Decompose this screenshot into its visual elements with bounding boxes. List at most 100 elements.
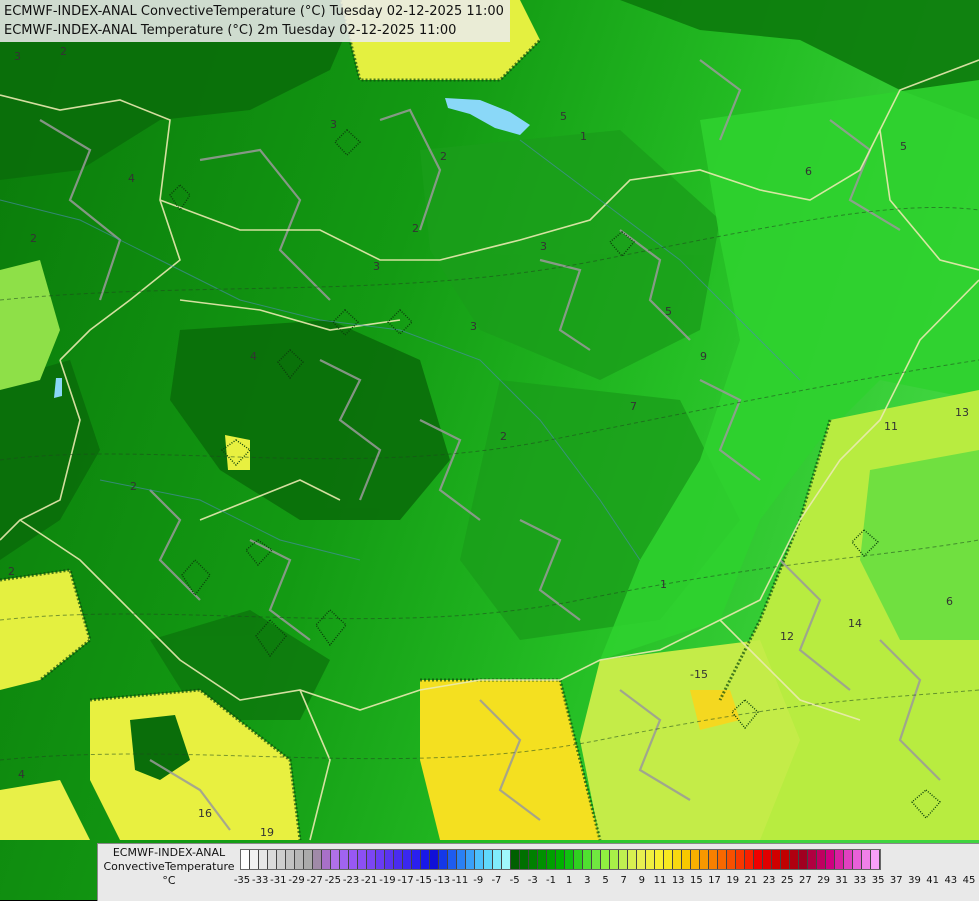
contour-value-label: 2	[8, 565, 15, 578]
legend-swatch	[259, 850, 268, 869]
legend-tick: -19	[379, 875, 396, 886]
color-legend: ECMWF-INDEX-ANAL ConvectiveTemperature °…	[97, 843, 979, 901]
legend-swatch	[826, 850, 835, 869]
contour-value-label: 16	[198, 807, 212, 820]
weather-map[interactable]: 3242325653312242131114-1516196347912251	[0, 0, 979, 900]
legend-tick: -23	[342, 875, 360, 886]
legend-swatch	[862, 850, 871, 869]
legend-tick: 7	[620, 875, 627, 886]
legend-tick: 35	[871, 875, 885, 886]
contour-value-label: 11	[884, 420, 898, 433]
legend-swatch	[529, 850, 538, 869]
legend-swatch	[871, 850, 880, 869]
legend-swatch	[286, 850, 295, 869]
legend-tick-labels: -35 -33 -31 -29 -27 -25 -23 -21 -19 -17 -15 -13 -11-…	[234, 875, 976, 891]
legend-swatch	[646, 850, 655, 869]
legend-swatch	[610, 850, 619, 869]
contour-value-label: 4	[128, 172, 135, 185]
legend-swatch	[475, 850, 484, 869]
legend-swatch	[358, 850, 367, 869]
contour-value-label: 13	[955, 406, 969, 419]
contour-value-label: 4	[250, 350, 257, 363]
legend-tick: 5	[602, 875, 609, 886]
legend-swatch	[682, 850, 691, 869]
contour-value-label: 2	[500, 430, 507, 443]
legend-tick: 27	[799, 875, 812, 886]
legend-swatch	[322, 850, 331, 869]
legend-swatch	[412, 850, 421, 869]
contour-value-label: 3	[540, 240, 547, 253]
legend-tick: 11	[653, 875, 667, 886]
contour-value-label: 5	[900, 140, 907, 153]
legend-tick: 37	[889, 875, 903, 886]
legend-tick: 13	[671, 875, 685, 886]
legend-swatch	[421, 850, 430, 869]
contour-value-label: 2	[130, 480, 137, 493]
legend-tick: 15	[690, 875, 703, 886]
legend-swatch	[466, 850, 475, 869]
legend-model: ECMWF-INDEX-ANAL	[112, 846, 226, 859]
legend-swatch	[448, 850, 457, 869]
legend-swatch	[754, 850, 763, 869]
map-title: ECMWF-INDEX-ANAL ConvectiveTemperature (…	[0, 0, 510, 42]
legend-swatch	[502, 850, 511, 869]
legend-swatch	[520, 850, 529, 869]
legend-swatch	[745, 850, 754, 869]
legend-tick: -7	[491, 875, 502, 886]
legend-swatch	[853, 850, 862, 869]
contour-value-label: 3	[373, 260, 380, 273]
legend-swatch	[511, 850, 520, 869]
legend-swatch	[340, 850, 349, 869]
legend-swatch	[574, 850, 583, 869]
legend-unit: °C	[162, 874, 176, 887]
legend-tick: 19	[726, 875, 740, 886]
legend-swatch	[817, 850, 826, 869]
legend-swatch	[295, 850, 304, 869]
legend-swatch	[376, 850, 385, 869]
contour-value-label: 3	[14, 50, 21, 63]
legend-color-bar	[240, 849, 881, 870]
legend-swatch	[367, 850, 376, 869]
legend-tick: 41	[926, 875, 940, 886]
legend-swatch	[583, 850, 592, 869]
contour-value-label: 4	[18, 768, 25, 781]
title-line-2m-temp: ECMWF-INDEX-ANAL Temperature (°C) 2m Tue…	[4, 23, 457, 38]
contour-value-label: 3	[330, 118, 337, 131]
contour-value-label: -15	[690, 668, 708, 681]
legend-swatch	[601, 850, 610, 869]
legend-tick: 1	[565, 875, 573, 886]
legend-swatch	[331, 850, 340, 869]
legend-tick: 25	[780, 875, 794, 886]
legend-swatch	[493, 850, 502, 869]
legend-swatch	[664, 850, 673, 869]
legend-swatch	[277, 850, 286, 869]
legend-tick: 45	[962, 875, 976, 886]
legend-swatch	[313, 850, 322, 869]
legend-swatch	[637, 850, 646, 869]
legend-swatch	[781, 850, 790, 869]
legend-swatch	[457, 850, 466, 869]
contour-value-label: 2	[440, 150, 447, 163]
legend-tick: -25	[324, 875, 342, 886]
contour-value-label: 2	[30, 232, 37, 245]
legend-tick: 17	[708, 875, 721, 886]
legend-tick: 9	[638, 875, 646, 886]
legend-swatch	[538, 850, 547, 869]
contour-value-label: 19	[260, 826, 274, 839]
legend-swatch	[772, 850, 781, 869]
legend-swatch	[718, 850, 727, 869]
legend-swatch	[808, 850, 817, 869]
legend-swatch	[385, 850, 394, 869]
legend-swatch	[700, 850, 709, 869]
contour-value-label: 9	[700, 350, 707, 363]
legend-tick: -33	[252, 875, 269, 886]
legend-tick: 39	[908, 875, 921, 886]
legend-title: ECMWF-INDEX-ANAL ConvectiveTemperature °…	[102, 846, 236, 888]
legend-swatch	[844, 850, 853, 869]
legend-swatch	[709, 850, 718, 869]
contour-value-label: 7	[630, 400, 637, 413]
legend-swatch	[394, 850, 403, 869]
legend-swatch	[655, 850, 664, 869]
legend-tick: 33	[853, 875, 867, 886]
legend-tick: -9	[473, 875, 484, 886]
